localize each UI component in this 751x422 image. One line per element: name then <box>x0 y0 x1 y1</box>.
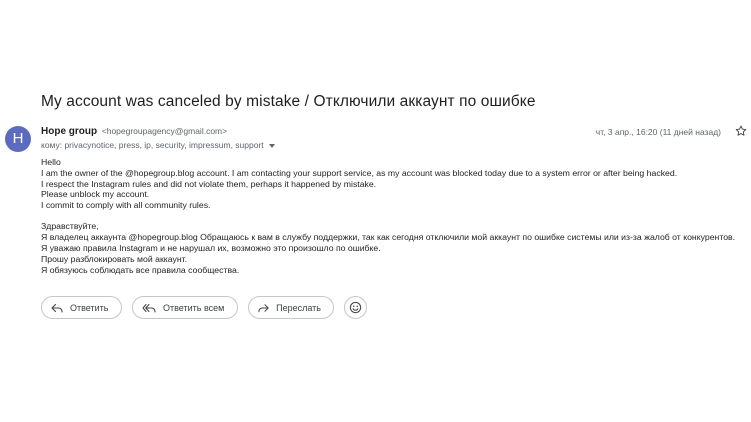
body-line: I am the owner of the @hopegroup.blog ac… <box>41 167 678 178</box>
reply-label: Ответить <box>70 302 109 313</box>
sender-email: <hopegroupagency@gmail.com> <box>101 126 228 136</box>
reply-all-label: Ответить всем <box>163 302 225 313</box>
reply-all-button[interactable]: Ответить всем <box>132 296 238 319</box>
reply-all-icon <box>142 303 156 313</box>
body-line: Hello <box>41 157 61 167</box>
body-line: Я обязуюсь соблюдать все правила сообщес… <box>41 264 240 275</box>
body-line: Я владелец аккаунта @hopegroup.blog Обра… <box>41 232 736 243</box>
body-line: I respect the Instagram rules and did no… <box>41 178 377 189</box>
emoji-reaction-button[interactable] <box>344 296 367 319</box>
star-icon[interactable] <box>734 124 748 138</box>
email-body: Hello I am the owner of the @hopegroup.b… <box>41 157 751 275</box>
body-line: I commit to comply with all community ru… <box>41 200 211 211</box>
recipients-toggle[interactable]: кому: privacynotice, press, ip, security… <box>41 140 275 150</box>
email-view: My account was canceled by mistake / Отк… <box>0 0 751 422</box>
body-line: Здравствуйте, <box>41 221 99 232</box>
body-line: Please unblock my account. <box>41 189 150 200</box>
reply-icon <box>51 303 63 313</box>
recipients-text: кому: privacynotice, press, ip, security… <box>41 140 264 150</box>
forward-label: Переслать <box>276 302 321 313</box>
avatar[interactable]: H <box>5 126 31 152</box>
emoji-icon <box>349 301 362 314</box>
body-line: Я уважаю правила Instagram и не нарушал … <box>41 242 381 253</box>
sender-name[interactable]: Hope group <box>41 126 97 137</box>
sender-line: Hope group <hopegroupagency@gmail.com> <box>41 126 227 137</box>
chevron-down-icon[interactable] <box>268 143 275 148</box>
email-subject: My account was canceled by mistake / Отк… <box>41 93 536 110</box>
action-bar: Ответить Ответить всем Переслать <box>41 296 367 319</box>
body-line: Прошу разблокировать мой аккаунт. <box>41 253 188 264</box>
reply-button[interactable]: Ответить <box>41 296 122 319</box>
forward-button[interactable]: Переслать <box>248 296 334 319</box>
email-date: чт, 3 апр., 16:20 (11 дней назад) <box>595 127 721 137</box>
forward-icon <box>258 303 269 312</box>
